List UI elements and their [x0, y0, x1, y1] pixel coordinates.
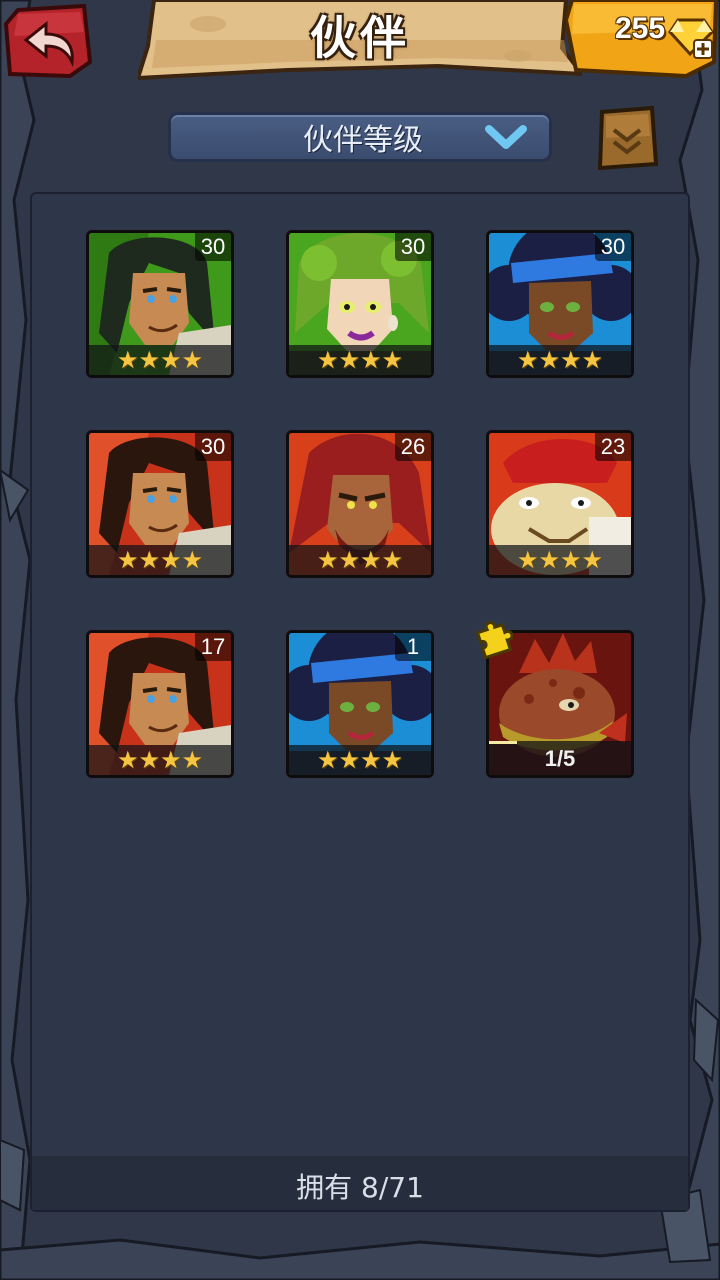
owned-count: 拥有 8/71: [296, 1171, 424, 1204]
back-button[interactable]: [4, 4, 92, 80]
puzzle-piece-icon: [475, 621, 514, 660]
level-badge: 1: [395, 633, 431, 661]
companions-screen: 伙伴 255 伙伴等级 30 ★★★★ 30 ★★★★ 30 ★★★★ 30 ★…: [0, 0, 720, 1280]
companion-card[interactable]: 23 ★★★★: [486, 430, 634, 578]
companion-card[interactable]: 30 ★★★★: [86, 430, 234, 578]
shard-progress-fill: [489, 741, 518, 744]
companion-card[interactable]: 30 ★★★★: [286, 230, 434, 378]
star-rating: ★★★★: [289, 345, 431, 375]
plus-icon: [693, 39, 713, 59]
star-rating: ★★★★: [289, 745, 431, 775]
star-rating: ★★★★: [89, 545, 231, 575]
level-badge: 30: [395, 233, 431, 261]
companion-card[interactable]: 17 ★★★★: [86, 630, 234, 778]
level-badge: 26: [395, 433, 431, 461]
companion-card[interactable]: 30 ★★★★: [86, 230, 234, 378]
star-rating: ★★★★: [89, 345, 231, 375]
star-icons: ★★★★: [316, 546, 404, 574]
companion-card[interactable]: 26 ★★★★: [286, 430, 434, 578]
level-badge: 23: [595, 433, 631, 461]
star-icons: ★★★★: [316, 346, 404, 374]
star-icons: ★★★★: [116, 746, 204, 774]
shard-count: 1/5: [544, 746, 576, 771]
level-badge: 17: [195, 633, 231, 661]
level-badge: 30: [195, 233, 231, 261]
star-icons: ★★★★: [316, 746, 404, 774]
footer-bar: 拥有 8/71: [32, 1156, 688, 1210]
chevron-down-icon: [485, 125, 527, 149]
companion-card[interactable]: 1 ★★★★: [286, 630, 434, 778]
star-icons: ★★★★: [516, 346, 604, 374]
star-icons: ★★★★: [516, 546, 604, 574]
level-badge: 30: [595, 233, 631, 261]
star-rating: ★★★★: [489, 545, 631, 575]
star-rating: ★★★★: [489, 345, 631, 375]
star-rating: ★★★★: [289, 545, 431, 575]
shard-progress: 1/5: [489, 741, 631, 775]
gem-count: 255: [614, 12, 666, 45]
level-badge: 30: [195, 433, 231, 461]
page-title: 伙伴: [310, 11, 410, 65]
collection-book-button[interactable]: [596, 106, 658, 170]
companion-card[interactable]: 30 ★★★★: [486, 230, 634, 378]
star-icons: ★★★★: [116, 546, 204, 574]
sort-dropdown[interactable]: 伙伴等级: [168, 112, 552, 162]
star-rating: ★★★★: [89, 745, 231, 775]
star-icons: ★★★★: [116, 346, 204, 374]
